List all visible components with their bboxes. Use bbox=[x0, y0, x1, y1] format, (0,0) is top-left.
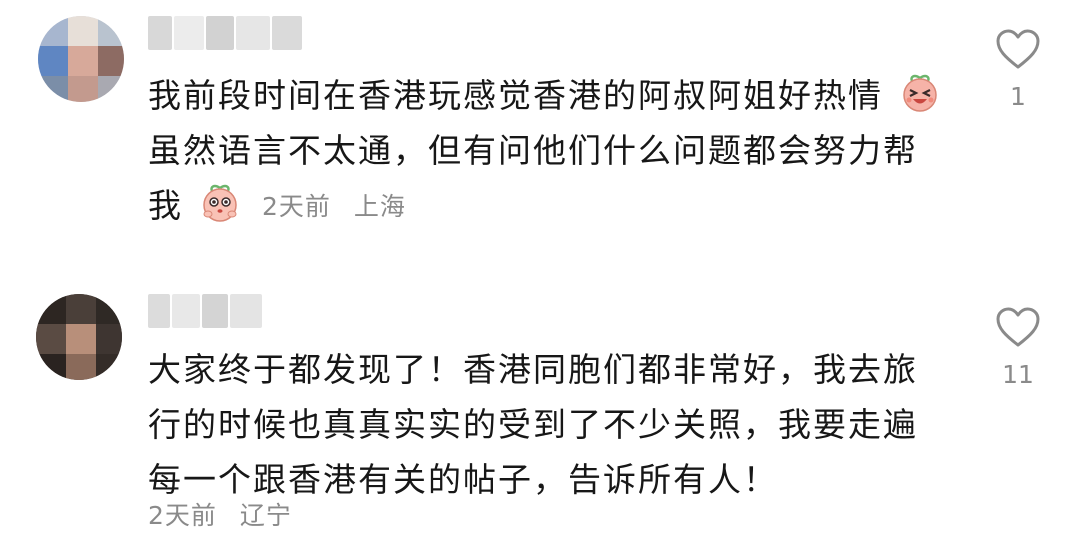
comment-text-line: 大家终于都发现了！香港同胞们都非常好，我去旅 bbox=[148, 350, 918, 389]
like-count: 1 bbox=[1010, 82, 1026, 111]
comment-text-line: 行的时候也真真实实的受到了不少关照，我要走遍 bbox=[148, 405, 918, 444]
avatar[interactable] bbox=[38, 16, 124, 102]
heart-outline-icon bbox=[996, 307, 1040, 347]
comment-text-line: 我 bbox=[148, 186, 183, 225]
comment-text: 大家终于都发现了！香港同胞们都非常好，我去旅 行的时候也真真实实的受到了不少关照… bbox=[148, 342, 918, 507]
comment-text-line: 我前段时间在香港玩感觉香港的阿叔阿姐好热情 bbox=[148, 76, 883, 115]
comment-item: 我前段时间在香港玩感觉香港的阿叔阿姐好热情 虽然语言不太通，但有问他们什么问题都… bbox=[0, 0, 1080, 250]
comment-location: 辽宁 bbox=[239, 501, 292, 530]
comment-text: 我前段时间在香港玩感觉香港的阿叔阿姐好热情 虽然语言不太通，但有问他们什么问题都… bbox=[148, 68, 940, 233]
avatar[interactable] bbox=[36, 294, 122, 380]
comment-meta: 2天前 上海 bbox=[262, 192, 406, 221]
comment-item: 大家终于都发现了！香港同胞们都非常好，我去旅 行的时候也真真实实的受到了不少关照… bbox=[0, 280, 1080, 543]
heart-outline-icon bbox=[996, 29, 1040, 69]
username-blurred[interactable] bbox=[148, 16, 308, 50]
comment-meta: 2天前 辽宁 bbox=[148, 496, 292, 532]
like-count: 11 bbox=[1002, 360, 1034, 389]
username-blurred[interactable] bbox=[148, 294, 268, 328]
comment-location: 上海 bbox=[353, 192, 406, 221]
comment-text-line: 虽然语言不太通，但有问他们什么问题都会努力帮 bbox=[148, 131, 918, 170]
like-button[interactable]: 11 bbox=[978, 306, 1058, 389]
comment-time: 2天前 bbox=[262, 192, 331, 221]
laughing-peach-emoji-icon bbox=[900, 73, 940, 129]
like-button[interactable]: 1 bbox=[978, 28, 1058, 111]
shy-peach-emoji-icon bbox=[200, 183, 240, 239]
comment-time: 2天前 bbox=[148, 501, 217, 530]
